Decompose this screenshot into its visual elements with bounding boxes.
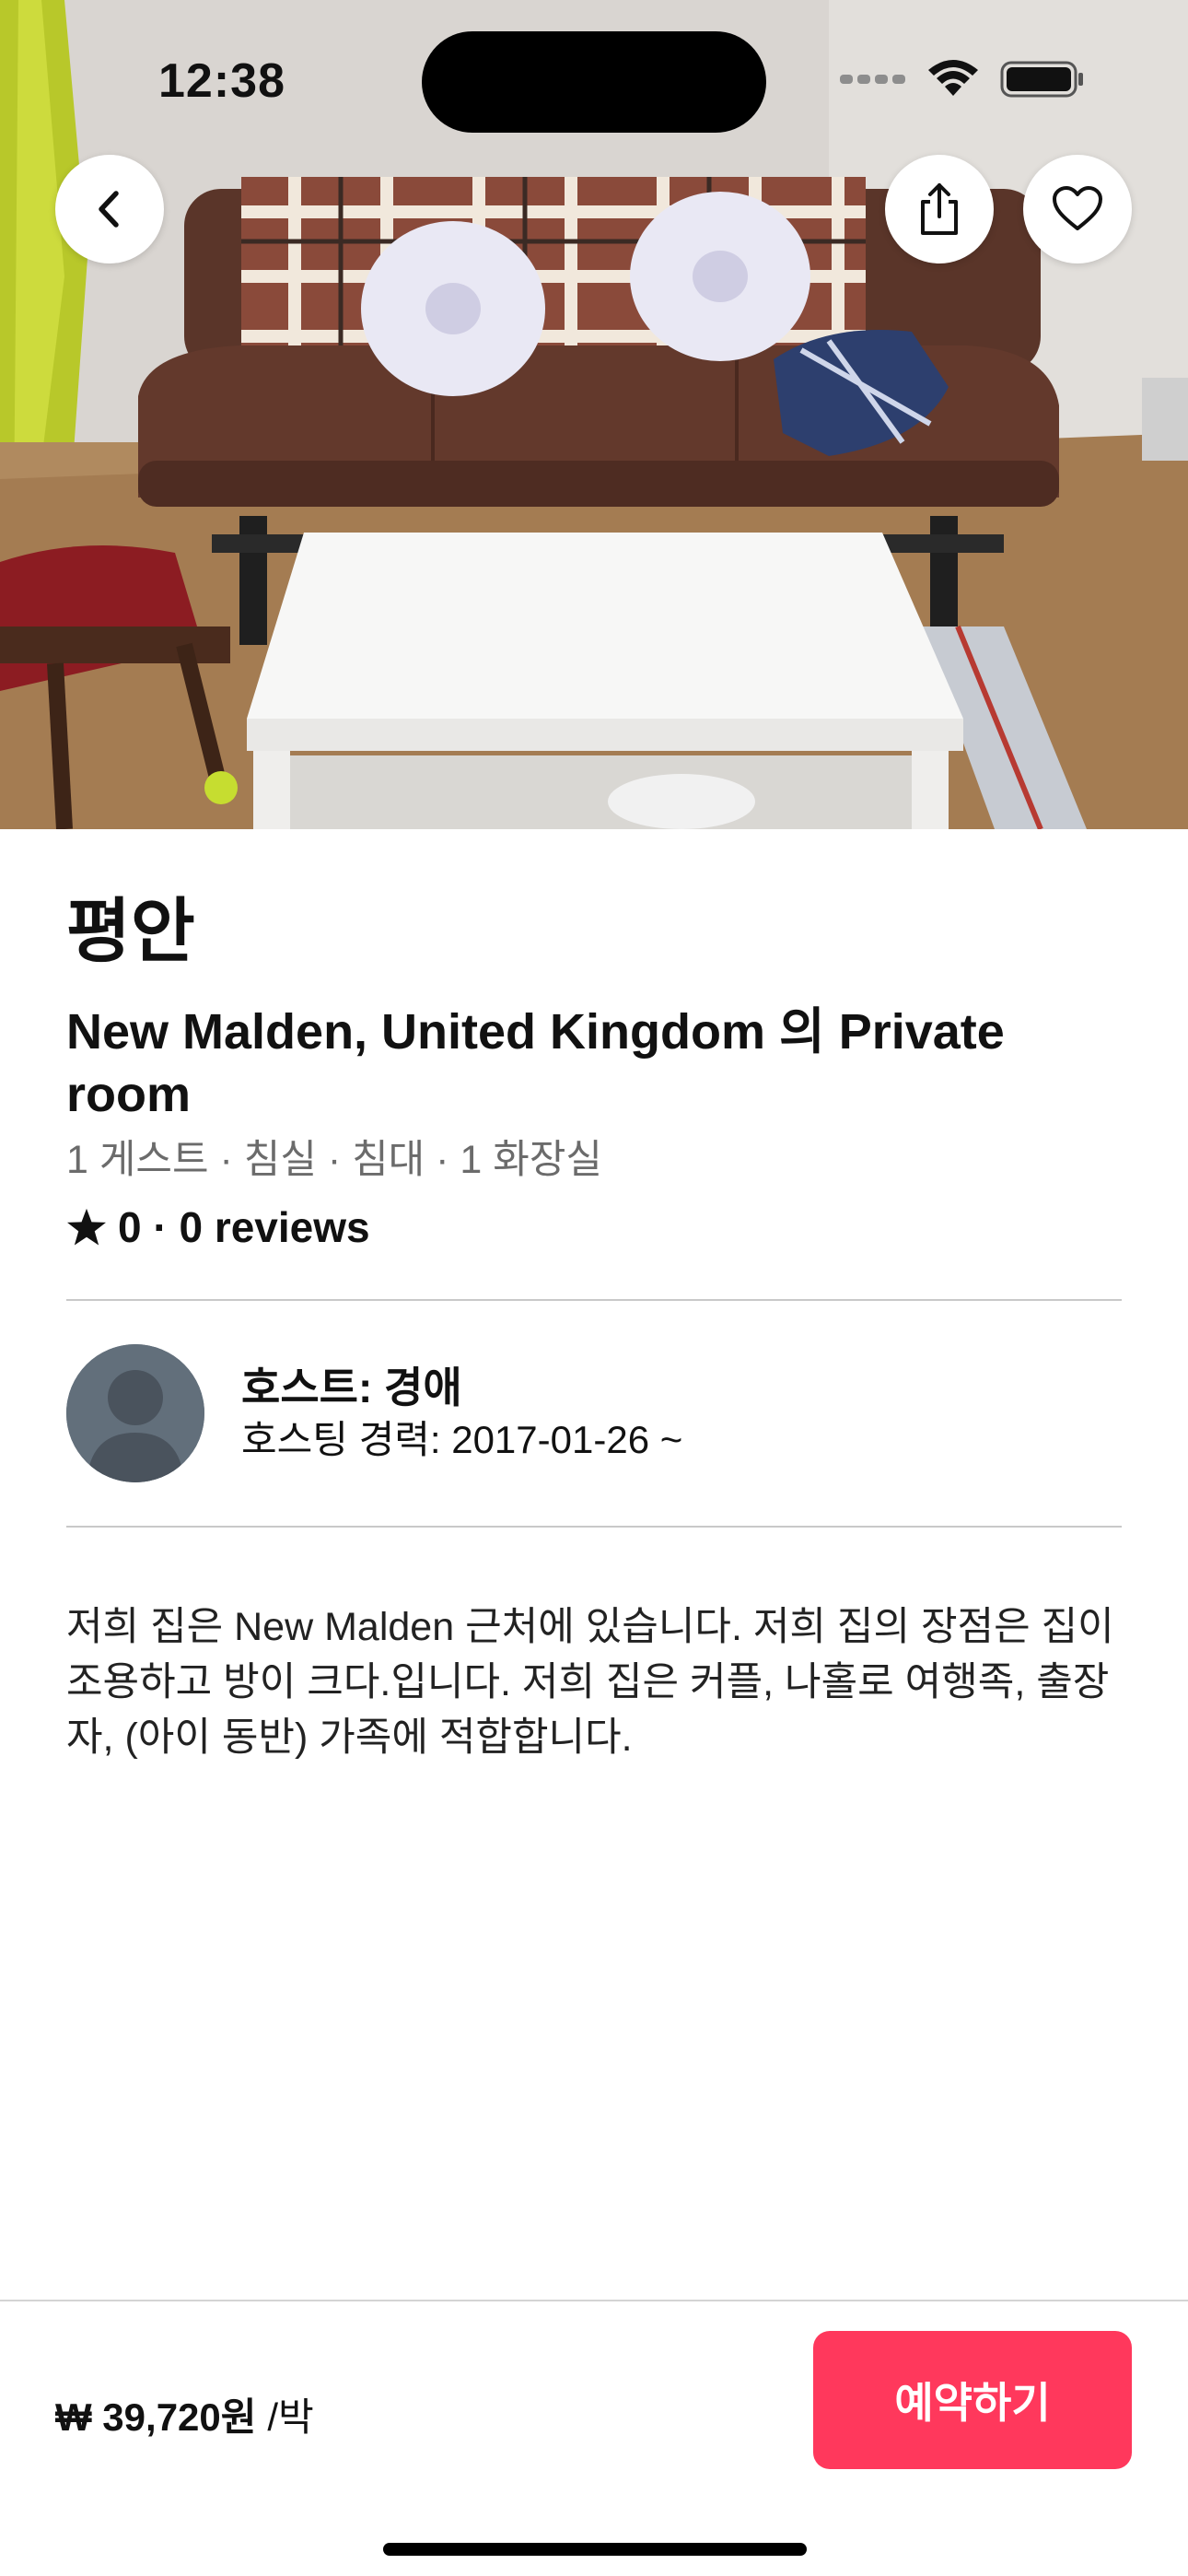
listing-subtitle: New Malden, United Kingdom 의 Private roo… bbox=[66, 1004, 1005, 1122]
share-icon bbox=[921, 183, 958, 235]
price-unit: /박 bbox=[267, 2395, 314, 2439]
price-amount: ₩ 39,720원 bbox=[55, 2395, 257, 2439]
price: ₩ 39,720원 /박 bbox=[55, 2377, 314, 2451]
favorite-button[interactable] bbox=[1023, 155, 1132, 263]
star-icon bbox=[67, 1208, 106, 1246]
listing-photo[interactable]: 12:38 bbox=[0, 0, 1188, 829]
home-indicator[interactable] bbox=[383, 2543, 807, 2556]
back-button[interactable] bbox=[55, 155, 164, 263]
listing-facts: 1 게스트 · 침실 · 침대 · 1 화장실 bbox=[66, 1138, 602, 1182]
listing-description: 저희 집은 New Malden 근처에 있습니다. 저희 집의 장점은 집이 … bbox=[66, 1605, 1114, 1760]
listing-name: 평안 bbox=[66, 893, 195, 971]
rating-row: 0 · 0 reviews bbox=[66, 1198, 1122, 1257]
default-avatar-icon bbox=[66, 1344, 204, 1482]
status-bar-icons bbox=[840, 59, 1085, 100]
listing-details: 평안 New Malden, United Kingdom 의 Private … bbox=[66, 829, 1122, 1765]
dynamic-island bbox=[422, 31, 766, 133]
host-section[interactable]: 호스트: 경애 호스팅 경력: 2017-01-26 ~ bbox=[66, 1301, 1122, 1526]
rating-text: 0 · 0 reviews bbox=[118, 1203, 370, 1251]
cellular-signal-icon bbox=[840, 75, 905, 84]
host-since: 호스팅 경력: 2017-01-26 ~ bbox=[241, 1418, 683, 1461]
host-avatar bbox=[66, 1344, 204, 1482]
host-name: 호스트: 경애 bbox=[241, 1364, 462, 1411]
status-bar-time: 12:38 bbox=[158, 54, 285, 108]
booking-bar: ₩ 39,720원 /박 예약하기 bbox=[0, 2300, 1188, 2576]
host-info: 호스트: 경애 호스팅 경력: 2017-01-26 ~ bbox=[241, 1361, 682, 1466]
battery-icon bbox=[1000, 61, 1083, 98]
wifi-icon bbox=[928, 60, 978, 96]
chevron-left-icon bbox=[99, 191, 119, 228]
reserve-button[interactable]: 예약하기 bbox=[813, 2331, 1132, 2469]
divider bbox=[66, 1526, 1122, 1528]
heart-icon bbox=[1053, 186, 1102, 230]
share-button[interactable] bbox=[885, 155, 994, 263]
